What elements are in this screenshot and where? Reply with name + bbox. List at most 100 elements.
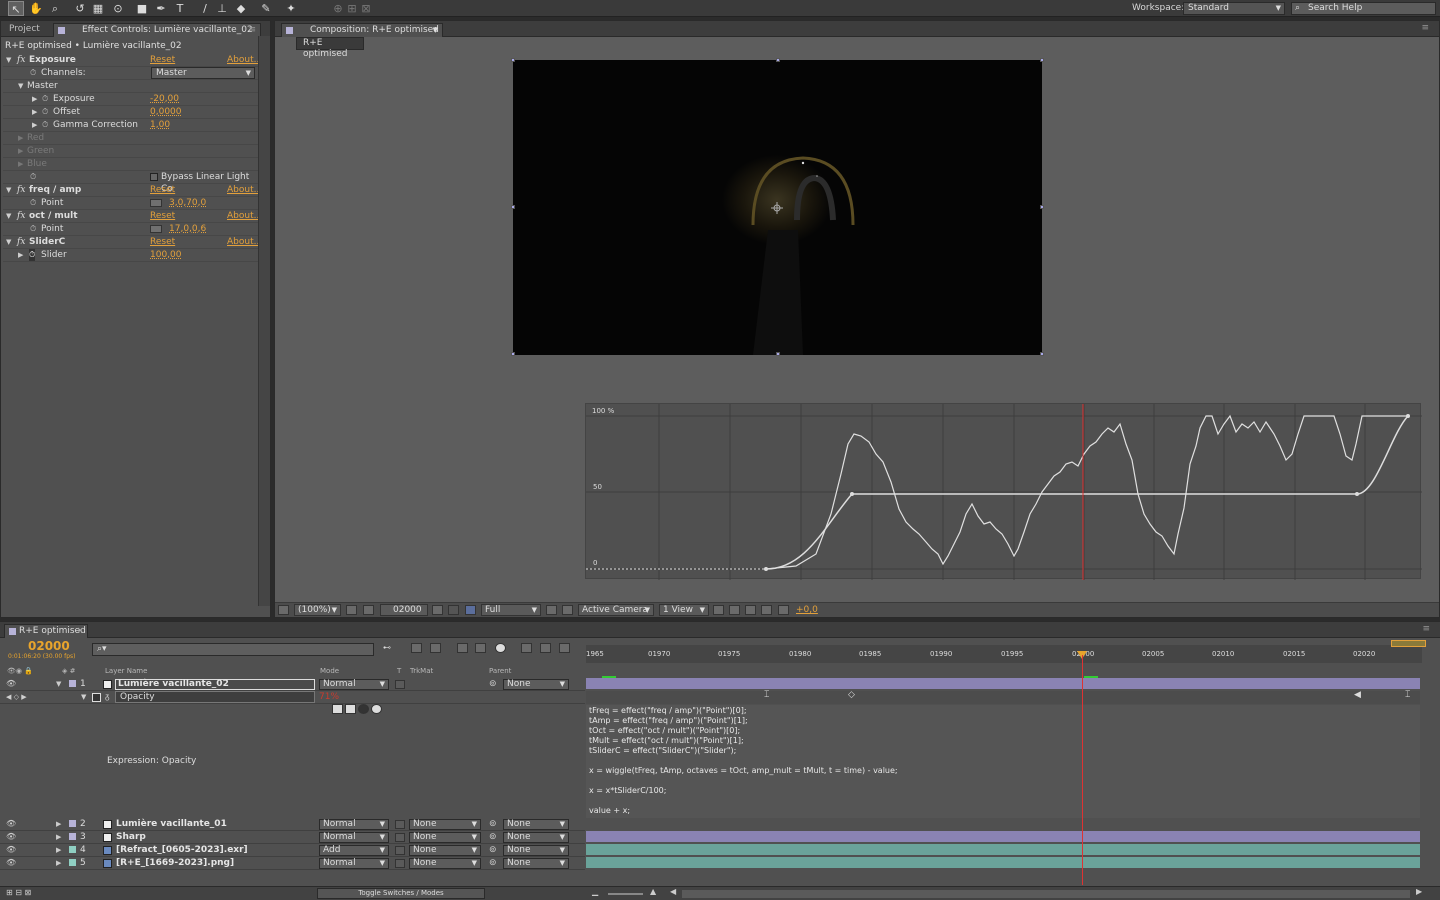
bounding-handle[interactable] bbox=[1040, 205, 1044, 209]
fx-icon[interactable]: fx bbox=[17, 236, 25, 248]
layer-name[interactable]: Lumière vacillante_01 bbox=[116, 818, 227, 830]
tab-effect-controls[interactable]: Effect Controls: Lumière vacillante_02 ≡ bbox=[53, 23, 261, 37]
column-parent[interactable]: Parent bbox=[489, 667, 511, 675]
zoom-tool-icon[interactable]: ⌕ bbox=[47, 1, 63, 16]
preserve-transparency-checkbox[interactable] bbox=[395, 859, 405, 868]
stopwatch-icon[interactable]: ⏱ bbox=[42, 106, 48, 118]
graph-editor[interactable]: 100 % 50 0 bbox=[585, 403, 1422, 580]
rotate-tool-icon[interactable]: ↺ bbox=[72, 1, 88, 16]
magnification-select[interactable]: (100%) ▼ bbox=[294, 604, 341, 616]
bounding-handle[interactable] bbox=[511, 205, 515, 209]
layer-label-swatch[interactable] bbox=[69, 859, 76, 866]
offset-value[interactable]: 0,0000 bbox=[150, 106, 182, 118]
preserve-transparency-checkbox[interactable] bbox=[395, 846, 405, 855]
twirl-down-icon[interactable]: ▼ bbox=[6, 54, 11, 66]
workspace-select[interactable]: Standard ▼ bbox=[1183, 2, 1285, 15]
tab-timeline[interactable]: R+E optimised × bbox=[4, 624, 88, 638]
pickwhip-icon[interactable]: ⊚ bbox=[489, 844, 497, 856]
twirl-right-icon[interactable]: ▶ bbox=[18, 158, 23, 170]
exposure-value[interactable]: -20,00 bbox=[150, 93, 179, 105]
trkmat-select[interactable]: None ▼ bbox=[409, 845, 481, 856]
expression-language-menu-icon[interactable] bbox=[371, 704, 382, 714]
bounding-handle[interactable] bbox=[776, 352, 780, 356]
pixel-aspect-icon[interactable] bbox=[713, 605, 724, 615]
roto-brush-tool-icon[interactable]: ✎ bbox=[258, 1, 274, 16]
camera-select[interactable]: Active Camera ▼ bbox=[578, 604, 654, 616]
twirl-right-icon[interactable]: ▶ bbox=[56, 844, 61, 856]
keyframe-icon[interactable]: ⌶ bbox=[1405, 690, 1410, 700]
stopwatch-icon[interactable]: ⏱ bbox=[30, 171, 36, 183]
layer-name[interactable]: [R+E_[1669-2023].png] bbox=[116, 857, 234, 869]
fx-icon[interactable]: fx bbox=[17, 54, 25, 66]
twirl-right-icon[interactable]: ▶ bbox=[32, 93, 37, 105]
stopwatch-icon[interactable]: ⏱ bbox=[30, 197, 36, 209]
opacity-property-row[interactable]: ◀ ◇ ▶ ▼ ᵹ Opacity 71% bbox=[0, 691, 585, 704]
expression-switch-icon[interactable]: ᵹ bbox=[105, 691, 109, 703]
green-group-row[interactable]: ▶ Green bbox=[3, 145, 258, 158]
bounding-handle[interactable] bbox=[511, 352, 515, 356]
expression-enable-icon[interactable] bbox=[332, 704, 343, 714]
motion-blur-icon[interactable] bbox=[495, 643, 506, 653]
pickwhip-icon[interactable]: ⊚ bbox=[489, 678, 497, 690]
column-t[interactable]: T bbox=[397, 667, 401, 675]
reset-link[interactable]: Reset bbox=[150, 54, 175, 66]
keyframe-icon[interactable]: ◀ bbox=[1354, 690, 1361, 700]
stopwatch-icon[interactable]: ⏱ bbox=[42, 119, 48, 131]
twirl-right-icon[interactable]: ▶ bbox=[32, 106, 37, 118]
eraser-tool-icon[interactable]: ◆ bbox=[233, 1, 249, 16]
twirl-right-icon[interactable]: ▶ bbox=[18, 249, 23, 261]
keyframe-icon[interactable]: ⌶ bbox=[764, 690, 769, 700]
point-picker-icon[interactable] bbox=[150, 199, 162, 207]
layer-name[interactable]: Sharp bbox=[116, 831, 146, 843]
effect-exposure-row[interactable]: ▼ fx Exposure Reset About... bbox=[3, 54, 262, 67]
twirl-right-icon[interactable]: ▶ bbox=[56, 857, 61, 869]
type-tool-icon[interactable]: T bbox=[172, 1, 188, 16]
opacity-keyframe-track[interactable]: ⌶ ◇ ◀ ⌶ bbox=[586, 690, 1420, 704]
layer-label-swatch[interactable] bbox=[69, 680, 76, 687]
trkmat-select[interactable]: None ▼ bbox=[409, 858, 481, 869]
effect-freq-amp-row[interactable]: ▼ fx freq / amp Reset About... bbox=[3, 184, 262, 197]
column-layer-name[interactable]: Layer Name bbox=[105, 667, 147, 675]
comp-viewer-tab[interactable]: R+E optimised bbox=[296, 37, 364, 59]
work-area-end-handle[interactable] bbox=[1391, 640, 1426, 647]
expression-text[interactable]: tFreq = effect("freq / amp")("Point")[0]… bbox=[589, 706, 898, 816]
twirl-down-icon[interactable]: ▼ bbox=[6, 210, 11, 222]
camera-tool-icon[interactable]: ▦ bbox=[90, 1, 106, 16]
fast-previews-icon[interactable] bbox=[729, 605, 740, 615]
selection-tool-icon[interactable]: ↖ bbox=[8, 1, 24, 16]
red-group-row[interactable]: ▶ Red bbox=[3, 132, 258, 145]
twirl-down-icon[interactable]: ▼ bbox=[81, 691, 86, 703]
color-channel-icon[interactable] bbox=[465, 605, 476, 615]
parent-select[interactable]: None ▼ bbox=[503, 845, 569, 856]
parent-select[interactable]: None ▼ bbox=[503, 679, 569, 690]
pan-behind-tool-icon[interactable]: ⊙ bbox=[110, 1, 126, 16]
stopwatch-icon[interactable]: ⏱ bbox=[30, 223, 36, 235]
stopwatch-icon[interactable]: ⏱ bbox=[30, 67, 36, 79]
zoom-out-icon[interactable]: ▁ bbox=[592, 887, 598, 896]
twirl-right-icon[interactable]: ▶ bbox=[32, 119, 37, 131]
brush-tool-icon[interactable]: / bbox=[197, 1, 213, 16]
frame-blending-icon[interactable] bbox=[475, 643, 486, 653]
slider-value[interactable]: 100,00 bbox=[150, 249, 182, 261]
reset-link[interactable]: Reset bbox=[150, 210, 175, 222]
oct-mult-point-value[interactable]: 17,0,0,6 bbox=[169, 223, 206, 235]
column-trkmat[interactable]: TrkMat bbox=[410, 667, 433, 675]
mode-select[interactable]: Normal ▼ bbox=[319, 819, 389, 830]
twirl-right-icon[interactable]: ▶ bbox=[18, 132, 23, 144]
pickwhip-icon[interactable]: ⊚ bbox=[489, 831, 497, 843]
eye-icon[interactable]: 👁 bbox=[6, 678, 16, 690]
parent-select[interactable]: None ▼ bbox=[503, 819, 569, 830]
pen-tool-icon[interactable]: ✒ bbox=[153, 1, 169, 16]
mask-visibility-icon[interactable] bbox=[363, 605, 374, 615]
reset-link[interactable]: Reset bbox=[150, 236, 175, 248]
puppet-pin-tool-icon[interactable]: ✦ bbox=[283, 1, 299, 16]
layer-1-duration-bar[interactable] bbox=[586, 678, 1420, 689]
bypass-checkbox[interactable] bbox=[150, 173, 158, 181]
channels-select[interactable]: Master ▼ bbox=[151, 67, 255, 79]
about-link[interactable]: About... bbox=[227, 54, 262, 66]
parent-select[interactable]: None ▼ bbox=[503, 858, 569, 869]
twirl-down-icon[interactable]: ▼ bbox=[6, 236, 11, 248]
stopwatch-active-icon[interactable]: ⏱ bbox=[29, 249, 36, 261]
effect-oct-mult-row[interactable]: ▼ fx oct / mult Reset About... bbox=[3, 210, 262, 223]
layer-name[interactable]: Lumière vacillante_02 bbox=[118, 678, 229, 690]
